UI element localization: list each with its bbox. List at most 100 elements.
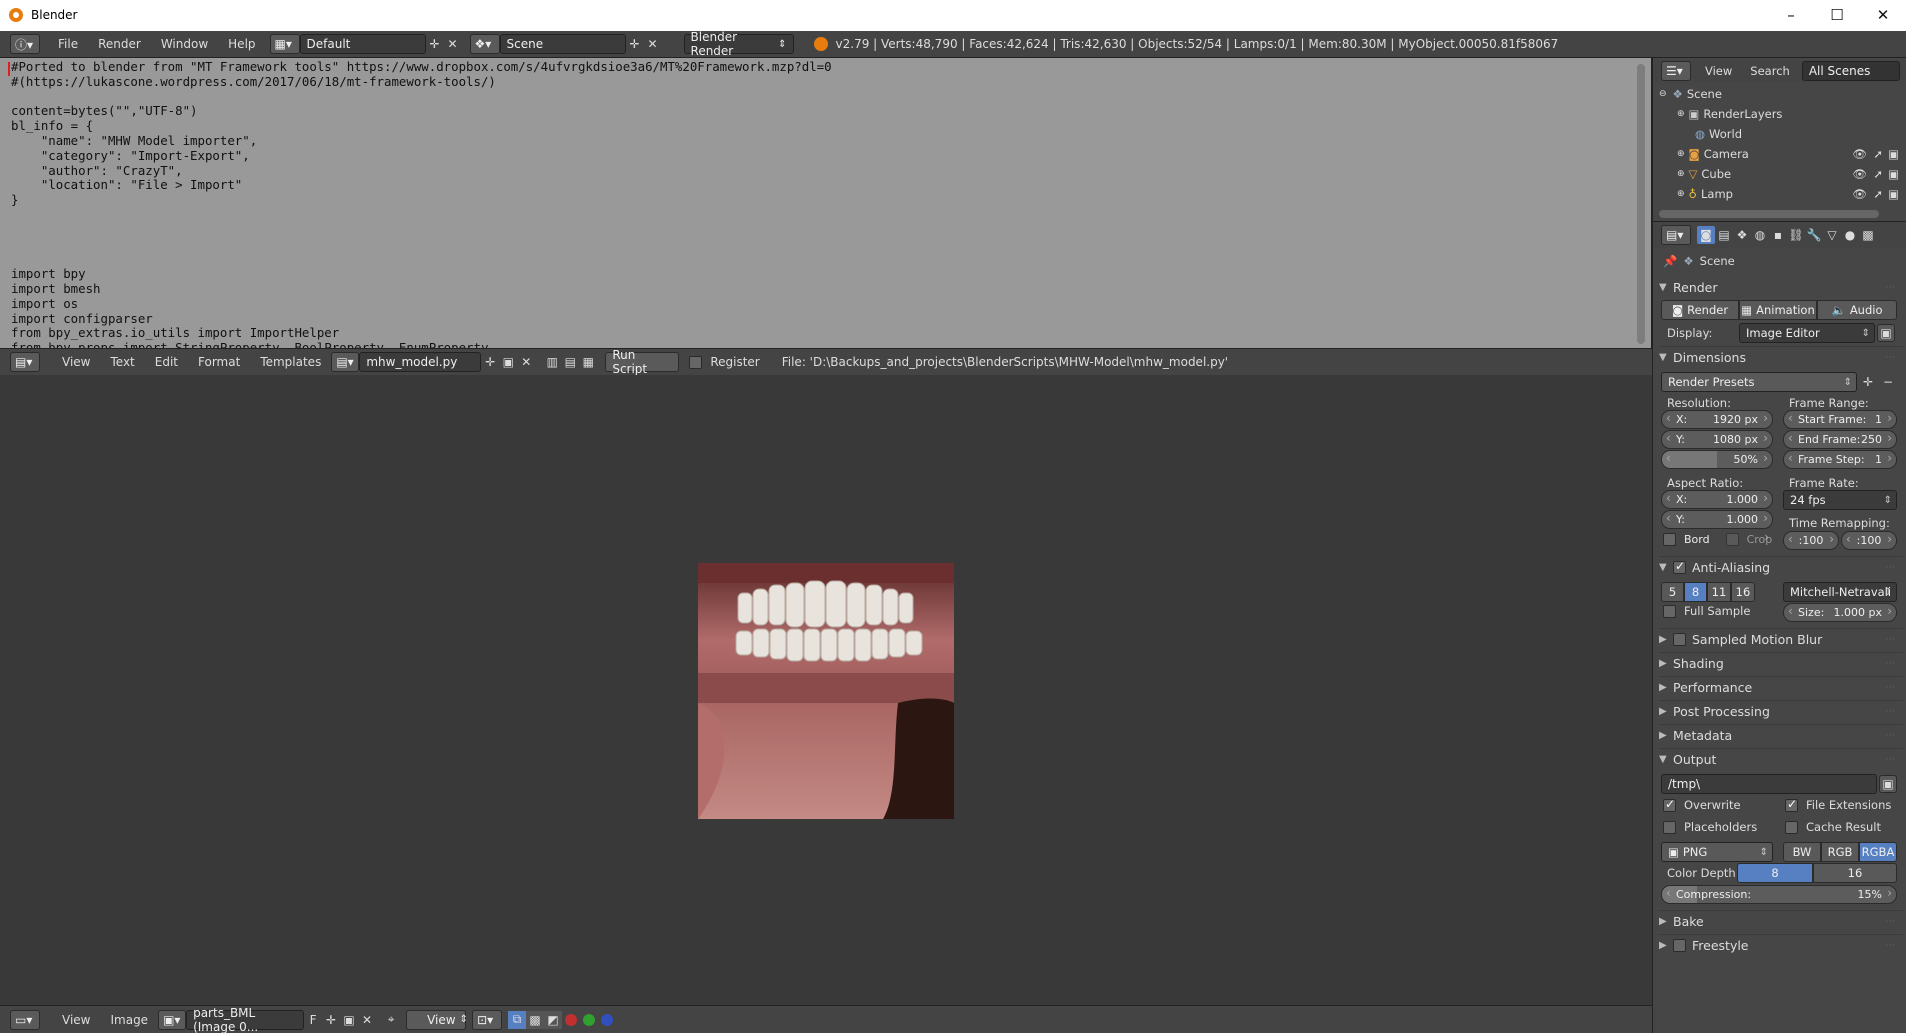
add-layout-icon[interactable]: ✛ xyxy=(426,35,444,53)
antialiasing-panel-header[interactable]: ▼Anti-Aliasing⋯ xyxy=(1659,556,1903,578)
select-arrow-icon[interactable]: ➚ xyxy=(1873,187,1883,201)
green-channel-icon[interactable] xyxy=(580,1011,598,1029)
bake-panel-header[interactable]: ▶ Bake ⋯ xyxy=(1659,910,1903,932)
aspect-x-field[interactable]: X: 1.000 xyxy=(1661,490,1773,509)
text-menu-text[interactable]: Text xyxy=(100,355,144,369)
outliner-scope-select[interactable]: All Scenes xyxy=(1801,61,1900,81)
image-name-field[interactable]: parts_BML (Image 0... xyxy=(186,1006,305,1034)
aspect-y-field[interactable]: Y: 1.000 xyxy=(1661,510,1773,529)
menu-render[interactable]: Render xyxy=(88,37,151,51)
outliner-menu-view[interactable]: View xyxy=(1705,64,1732,78)
border-checkbox[interactable] xyxy=(1663,533,1676,547)
render-tab-icon[interactable]: ◙ xyxy=(1697,226,1715,244)
modifiers-tab-icon[interactable]: 🔧 xyxy=(1805,226,1823,244)
properties-area[interactable]: ▤▾ ◙ ▤ ❖ ◍ ▪ ⛓ 🔧 ▽ ● ▩ 📌 ❖ Scene ▼ Render ⋯ … xyxy=(1653,222,1906,1033)
run-script-button[interactable]: Run Script xyxy=(605,348,680,376)
view-mode-select[interactable]: View ⇕ xyxy=(406,1009,468,1030)
editor-type-info-icon[interactable]: ⓘ▾ xyxy=(10,34,40,54)
antialiasing-checkbox[interactable] xyxy=(1673,559,1686,574)
menu-file[interactable]: File xyxy=(48,37,88,51)
text-menu-edit[interactable]: Edit xyxy=(145,355,188,369)
layout-name-field[interactable]: Default xyxy=(299,34,426,54)
display-select[interactable]: Image Editor xyxy=(1739,323,1875,343)
draw-channels-color-icon[interactable]: ⧉ xyxy=(508,1010,527,1029)
text-browse-icon[interactable]: ▤▾ xyxy=(331,352,360,372)
remap-old-field[interactable]: :100 xyxy=(1783,531,1839,550)
text-editor-area[interactable]: #Ported to blender from "MT Framework to… xyxy=(0,58,1652,355)
menu-help[interactable]: Help xyxy=(218,37,265,51)
aa-filter-select[interactable]: Mitchell-Netravali xyxy=(1783,582,1897,602)
lock-interface-icon[interactable]: ▣ xyxy=(1877,324,1895,342)
full-sample-checkbox[interactable] xyxy=(1663,604,1676,618)
text-menu-view[interactable]: View xyxy=(52,355,100,369)
pin-icon[interactable]: 📌 xyxy=(1663,254,1677,268)
word-wrap-toggle-icon[interactable]: ▤ xyxy=(561,353,579,371)
draw-channels-z-icon[interactable]: ◩ xyxy=(544,1010,563,1029)
scene-tab-icon[interactable]: ❖ xyxy=(1733,226,1751,244)
texture-tab-icon[interactable]: ▩ xyxy=(1859,226,1877,244)
placeholders-checkbox[interactable] xyxy=(1663,820,1676,834)
render-panel-header[interactable]: ▼ Render ⋯ xyxy=(1659,276,1903,298)
audio-button[interactable]: 🔈 Audio xyxy=(1817,300,1897,320)
open-image-icon[interactable]: ▣ xyxy=(340,1011,358,1029)
object-tab-icon[interactable]: ▪ xyxy=(1769,226,1787,244)
remove-layout-icon[interactable]: ✕ xyxy=(444,35,462,53)
visibility-eye-icon[interactable]: 👁 xyxy=(1852,147,1867,161)
color-depth-16[interactable]: 16 xyxy=(1813,863,1897,883)
post-processing-panel-header[interactable]: ▶ Post Processing ⋯ xyxy=(1659,700,1903,722)
editor-type-text-icon[interactable]: ▤▾ xyxy=(10,352,40,372)
freestyle-panel-header[interactable]: ▶ Freestyle ⋯ xyxy=(1659,934,1903,956)
select-arrow-icon[interactable]: ➚ xyxy=(1873,147,1883,161)
crop-checkbox[interactable] xyxy=(1725,533,1739,547)
frame-rate-select[interactable]: 24 fps xyxy=(1783,490,1897,510)
remove-preset-icon[interactable]: − xyxy=(1879,373,1897,391)
aa-samples-8[interactable]: 8 xyxy=(1684,582,1707,602)
outliner-item-renderlayers[interactable]: ⊕ ▣ RenderLayers xyxy=(1653,104,1906,124)
text-menu-format[interactable]: Format xyxy=(188,355,250,369)
filter-size-field[interactable]: Size: 1.000 px xyxy=(1783,603,1897,622)
end-frame-field[interactable]: End Frame:250 xyxy=(1783,430,1897,449)
performance-panel-header[interactable]: ▶ Performance ⋯ xyxy=(1659,676,1903,698)
material-tab-icon[interactable]: ● xyxy=(1841,226,1859,244)
outliner-hscrollbar[interactable] xyxy=(1659,210,1879,218)
shading-panel-header[interactable]: ▶ Shading ⋯ xyxy=(1659,652,1903,674)
data-tab-icon[interactable]: ▽ xyxy=(1823,226,1841,244)
motion-blur-checkbox[interactable] xyxy=(1673,633,1686,646)
new-image-icon[interactable]: ✛ xyxy=(322,1011,340,1029)
outliner-item-lamp[interactable]: ⊕ ♁ Lamp 👁 ➚ ▣ xyxy=(1653,184,1906,204)
compression-slider[interactable]: Compression: 15% xyxy=(1661,885,1897,904)
remap-new-field[interactable]: :100 xyxy=(1841,531,1897,550)
select-arrow-icon[interactable]: ➚ xyxy=(1873,167,1883,181)
render-camera-icon[interactable]: ▣ xyxy=(1888,187,1899,201)
red-channel-icon[interactable] xyxy=(562,1011,580,1029)
code-text[interactable]: #Ported to blender from "MT Framework to… xyxy=(11,59,832,356)
image-menu-view[interactable]: View xyxy=(52,1013,100,1027)
file-format-select[interactable]: ▣ PNG xyxy=(1661,842,1773,862)
line-numbers-toggle-icon[interactable]: ▥ xyxy=(543,353,561,371)
render-engine-select[interactable]: Blender Render ⇕ xyxy=(683,30,794,58)
render-button[interactable]: ◙ Render xyxy=(1661,300,1739,320)
remove-scene-icon[interactable]: ✕ xyxy=(644,35,662,53)
syntax-highlight-toggle-icon[interactable]: ▦ xyxy=(579,353,597,371)
aa-samples-16[interactable]: 16 xyxy=(1731,582,1755,602)
render-presets-select[interactable]: Render Presets xyxy=(1661,372,1857,392)
scene-name-field[interactable]: Scene xyxy=(499,34,626,54)
dimensions-panel-header[interactable]: ▼ Dimensions ⋯ xyxy=(1659,346,1903,368)
image-browse-icon[interactable]: ▣▾ xyxy=(158,1009,187,1030)
editor-type-properties-icon[interactable]: ▤▾ xyxy=(1661,225,1691,245)
aa-samples-11[interactable]: 11 xyxy=(1707,582,1731,602)
color-mode-rgba[interactable]: RGBA xyxy=(1859,842,1897,862)
folder-icon[interactable]: ▣ xyxy=(1879,775,1897,793)
editor-type-image-icon[interactable]: ▭▾ xyxy=(10,1009,40,1030)
new-text-icon[interactable]: ✛ xyxy=(481,353,499,371)
scene-icon[interactable]: ❖▾ xyxy=(469,34,500,54)
add-preset-icon[interactable]: ✛ xyxy=(1859,373,1877,391)
frame-step-field[interactable]: Frame Step: 1 xyxy=(1783,450,1897,469)
image-menu-image[interactable]: Image xyxy=(100,1013,158,1027)
render-camera-icon[interactable]: ▣ xyxy=(1888,147,1899,161)
menu-window[interactable]: Window xyxy=(151,37,218,51)
layout-icon[interactable]: ▦▾ xyxy=(269,34,300,54)
motion-blur-panel-header[interactable]: ▶ Sampled Motion Blur ⋯ xyxy=(1659,628,1903,650)
outliner-menu-search[interactable]: Search xyxy=(1750,64,1790,78)
constraints-tab-icon[interactable]: ⛓ xyxy=(1787,226,1805,244)
